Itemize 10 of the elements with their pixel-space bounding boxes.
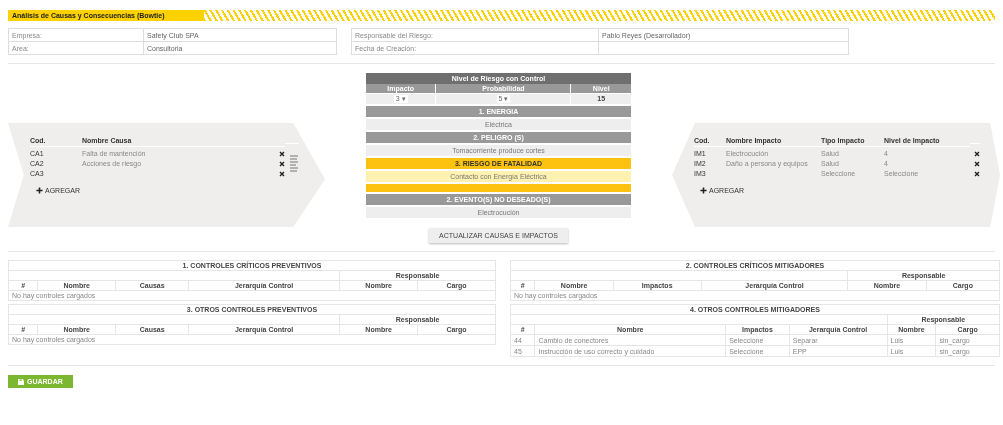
plus-icon xyxy=(700,187,707,194)
lines-icon xyxy=(289,153,299,174)
close-icon[interactable] xyxy=(279,160,285,167)
close-icon[interactable] xyxy=(974,150,980,157)
plus-icon xyxy=(36,187,43,194)
save-icon xyxy=(18,378,24,385)
close-icon[interactable] xyxy=(974,170,980,177)
close-icon[interactable] xyxy=(279,170,285,177)
close-icon[interactable] xyxy=(279,150,285,157)
close-icon[interactable] xyxy=(974,160,980,167)
